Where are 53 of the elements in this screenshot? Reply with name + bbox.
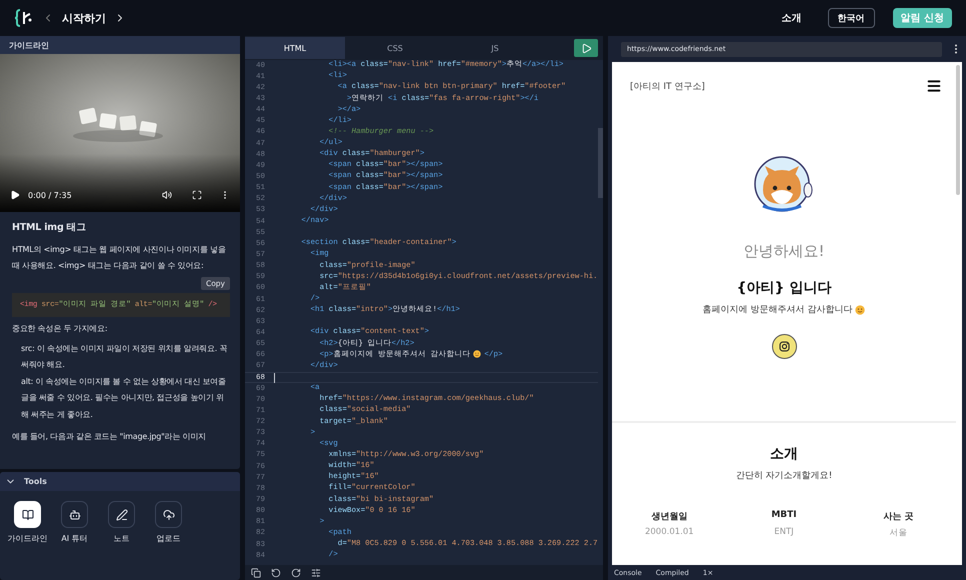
note-icon (116, 508, 128, 520)
attribute-item: src: 이 속성에는 이미지 파일이 저장된 위치를 알려줘요. 꼭 써줘야 해요. (21, 342, 228, 371)
guide-paragraph: 중요한 속성은 두 가지에요: (12, 323, 108, 335)
book-icon (22, 508, 34, 520)
name-heading: {아티} 입니다 (736, 279, 832, 297)
guide-paragraph: 예를 들어, 다음과 같은 코드는 "image.jpg"라는 이미지 (12, 431, 208, 443)
run-button[interactable] (574, 39, 598, 57)
menu-icon[interactable] (926, 78, 942, 94)
robot-icon (68, 508, 80, 520)
lesson-title: 시작하기 (62, 10, 106, 26)
tools-label: Tools (24, 477, 47, 486)
tool-button[interactable]: AI 튜터 (53, 501, 96, 544)
language-button[interactable]: 한국어 (828, 8, 875, 28)
attribute-item: alt: 이 속성에는 이미지를 볼 수 없는 상황에서 대신 보여줄 글을 써줄 수 있어요. 필수는 아니지만, 접근성을 높이기 위해 써주는 게 좋아요. (21, 376, 227, 420)
fact-value: 2000.01.01 (644, 527, 695, 539)
guide-heading: HTML img 태그 (12, 221, 88, 235)
nav-link[interactable]: 소개 (782, 11, 802, 25)
scrollbar-thumb[interactable] (956, 65, 960, 195)
format-icon[interactable] (311, 568, 321, 578)
welcome-text: 홈페이지에 방문해주셔서 감사합니다 (702, 304, 852, 316)
fact-value: 서울 (888, 527, 909, 539)
fullscreen-icon[interactable] (192, 190, 202, 200)
fact-label: 사는 곳 (882, 511, 915, 523)
volume-icon[interactable] (162, 190, 172, 200)
panel-title: 가이드라인 (0, 36, 240, 54)
editor-tab[interactable]: CSS (345, 37, 445, 59)
section-subtitle: 간단히 자기소개할게요! (736, 470, 832, 482)
fact-label: MBTI (770, 510, 798, 522)
tool-button[interactable]: 가이드라인 (6, 501, 49, 544)
tools-header[interactable]: Tools (0, 472, 240, 491)
instagram-icon (778, 341, 790, 352)
copy-icon[interactable] (251, 568, 261, 578)
play-icon[interactable] (10, 190, 20, 200)
tool-button[interactable]: 노트 (100, 501, 143, 544)
play-icon (580, 42, 592, 54)
greeting-heading: 안녕하세요! (743, 242, 824, 261)
upload-icon (162, 508, 174, 520)
smile-icon (473, 350, 482, 358)
logo-icon[interactable] (14, 9, 34, 27)
guide-paragraph: HTML의 <img> 태그는 웹 페이지에 사진이나 이미지를 넣을 때 사용해요. <img> 태그는 다음과 같이 쓸 수 있어요: (12, 244, 227, 272)
undo-icon[interactable] (271, 568, 281, 578)
fact-value: ENTJ (773, 527, 795, 539)
fact-label: 생년월일 (650, 511, 688, 523)
tool-button[interactable]: 업로드 (147, 501, 190, 544)
editor-tab[interactable]: JS (445, 37, 545, 59)
video-time: 0:00 / 7:35 (28, 190, 72, 200)
text-cursor (274, 372, 275, 383)
instagram-button[interactable] (772, 334, 796, 359)
smile-icon (855, 304, 866, 314)
section-title: 소개 (770, 445, 798, 463)
editor-tab[interactable]: HTML (245, 37, 345, 59)
site-brand: [아티의 IT 연구소] (630, 80, 705, 92)
redo-icon[interactable] (291, 568, 301, 578)
